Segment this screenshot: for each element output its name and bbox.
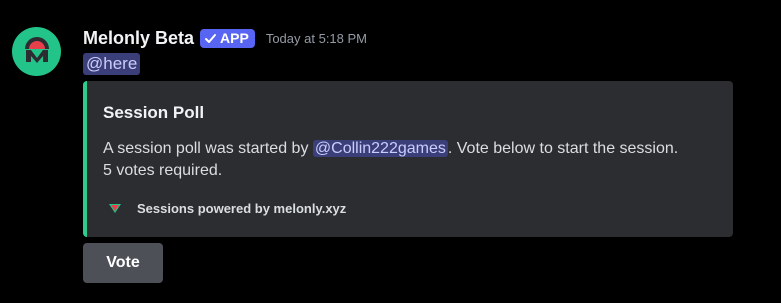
embed-accent-bar: [83, 81, 87, 237]
melonly-logo-icon: [24, 36, 49, 63]
app-badge-label: APP: [220, 30, 249, 46]
embed-title: Session Poll: [103, 103, 205, 122]
here-mention[interactable]: @here: [83, 53, 141, 75]
vote-button[interactable]: Vote: [83, 243, 163, 283]
timestamp: Today at 5:18 PM: [265, 30, 367, 46]
user-mention[interactable]: @Collin222games: [312, 140, 448, 157]
embed-description-line2: 5 votes required.: [103, 162, 223, 179]
embed-footer-text: Sessions powered by melonly.xyz: [137, 200, 347, 216]
footer-logo: [107, 200, 123, 216]
embed-description: A session poll was started by @Collin222…: [103, 138, 723, 182]
check-icon: [205, 33, 217, 43]
embed-description-suffix: . Vote below to start the session.: [447, 140, 679, 157]
melonly-logo-icon: [109, 204, 121, 213]
embed-footer: Sessions powered by melonly.xyz: [107, 198, 346, 218]
message-header: Melonly Beta APP Today at 5:18 PM: [83, 26, 367, 50]
embed-card: Session Poll A session poll was started …: [83, 81, 733, 237]
author-name[interactable]: Melonly Beta: [83, 28, 194, 49]
embed-description-prefix: A session poll was started by: [103, 140, 313, 157]
app-badge: APP: [200, 28, 255, 48]
chat-message: Melonly Beta APP Today at 5:18 PM @here …: [0, 0, 781, 303]
avatar[interactable]: [12, 27, 61, 76]
